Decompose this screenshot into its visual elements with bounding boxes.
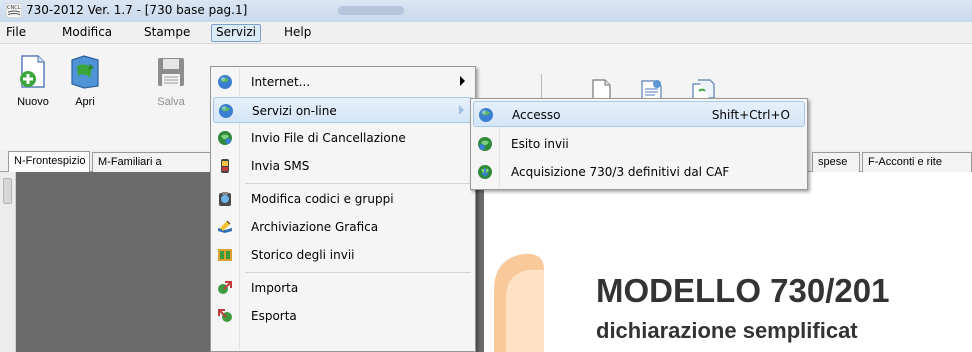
menu-servizi[interactable]: Servizi <box>211 24 262 42</box>
menu-item-label: Modifica codici e gruppi <box>251 192 394 206</box>
globe-icon <box>219 104 233 118</box>
open-button[interactable]: Apri <box>62 54 108 108</box>
menu-item-archiviazione-grafica[interactable]: Archiviazione Grafica <box>213 214 473 240</box>
export-icon <box>218 309 232 322</box>
menu-stampe[interactable]: Stampe <box>140 24 194 42</box>
menu-item-esporta[interactable]: Esporta <box>213 303 473 329</box>
menu-item-internet[interactable]: Internet... <box>213 69 473 95</box>
keyboard-shortcut: Shift+Ctrl+O <box>711 108 790 122</box>
menu-item-label: Archiviazione Grafica <box>251 220 379 234</box>
globe-download-icon <box>478 165 492 179</box>
import-icon <box>218 281 232 294</box>
new-button[interactable]: Nuovo <box>10 54 56 108</box>
menu-item-label: Invio File di Cancellazione <box>251 131 406 145</box>
save-disk-icon <box>158 58 184 86</box>
submenu-item-acquisizione[interactable]: Acquisizione 730/3 definitivi dal CAF <box>473 159 805 185</box>
menu-item-label: Importa <box>251 281 299 295</box>
submenu-arrow-icon <box>459 105 464 115</box>
menu-modifica[interactable]: Modifica <box>58 24 116 42</box>
title-bar: CNCL 730-2012 Ver. 1.7 - [730 base pag.1… <box>0 0 972 22</box>
servizi-online-submenu: Accesso Shift+Ctrl+O Esito invii Acquisi… <box>470 98 808 190</box>
menu-item-label: Esporta <box>251 309 297 323</box>
globe-result-icon <box>478 137 492 151</box>
open-icon <box>71 55 99 89</box>
menu-item-label: Storico degli invii <box>251 248 355 262</box>
new-button-label: Nuovo <box>17 96 49 108</box>
globe-send-icon <box>218 131 232 145</box>
menu-item-modifica-codici[interactable]: Modifica codici e gruppi <box>213 186 473 212</box>
new-document-icon <box>20 55 45 88</box>
history-icon <box>218 249 232 261</box>
submenu-item-esito-invii[interactable]: Esito invii <box>473 131 805 157</box>
decorative-logo-arc <box>494 253 544 352</box>
menu-separator <box>245 183 471 184</box>
servizi-dropdown-menu: Internet... Servizi on-line Invio File d… <box>210 66 476 352</box>
menu-item-invia-sms[interactable]: Invia SMS <box>213 153 473 179</box>
svg-text:CNCL: CNCL <box>7 5 21 11</box>
document-title: MODELLO 730/201 <box>596 272 890 309</box>
globe-icon <box>479 108 493 122</box>
menu-item-label: Invia SMS <box>251 159 310 173</box>
left-scroll-panel <box>0 172 16 352</box>
archive-icon <box>218 220 232 233</box>
phone-icon <box>221 159 229 173</box>
submenu-arrow-icon <box>460 76 465 86</box>
scrollbar-thumb[interactable] <box>3 178 12 204</box>
menu-item-invio-file-cancellazione[interactable]: Invio File di Cancellazione <box>213 125 473 151</box>
menu-file[interactable]: File <box>2 24 30 42</box>
menu-item-label: Internet... <box>251 75 311 89</box>
globe-icon <box>218 75 232 89</box>
open-button-label: Apri <box>75 96 95 108</box>
submenu-item-accesso[interactable]: Accesso Shift+Ctrl+O <box>473 101 805 127</box>
tab-spese[interactable]: spese <box>812 152 860 172</box>
tab-n-frontespizio[interactable]: N-Frontespizio <box>8 151 90 172</box>
edit-codes-icon <box>219 192 231 206</box>
app-icon: CNCL <box>6 3 22 18</box>
save-button-label: Salva <box>157 96 185 108</box>
submenu-item-label: Accesso <box>512 108 561 122</box>
menu-bar: File Modifica Stampe Servizi Help <box>0 22 972 44</box>
tab-m-familiari[interactable]: M-Familiari a <box>92 152 222 172</box>
menu-item-importa[interactable]: Importa <box>213 275 473 301</box>
menu-item-servizi-online[interactable]: Servizi on-line <box>213 97 473 123</box>
save-button[interactable]: Salva <box>148 54 194 108</box>
window-title: 730-2012 Ver. 1.7 - [730 base pag.1] <box>26 3 248 17</box>
menu-separator <box>245 272 471 273</box>
menu-item-storico-invii[interactable]: Storico degli invii <box>213 242 473 268</box>
document-subtitle: dichiarazione semplificat <box>596 318 858 343</box>
blurred-title-text <box>338 6 404 15</box>
menu-item-label: Servizi on-line <box>252 104 337 118</box>
submenu-item-label: Esito invii <box>511 137 569 151</box>
submenu-item-label: Acquisizione 730/3 definitivi dal CAF <box>511 165 730 179</box>
menu-help[interactable]: Help <box>280 24 315 42</box>
tab-f-acconti[interactable]: F-Acconti e rite <box>862 152 972 172</box>
